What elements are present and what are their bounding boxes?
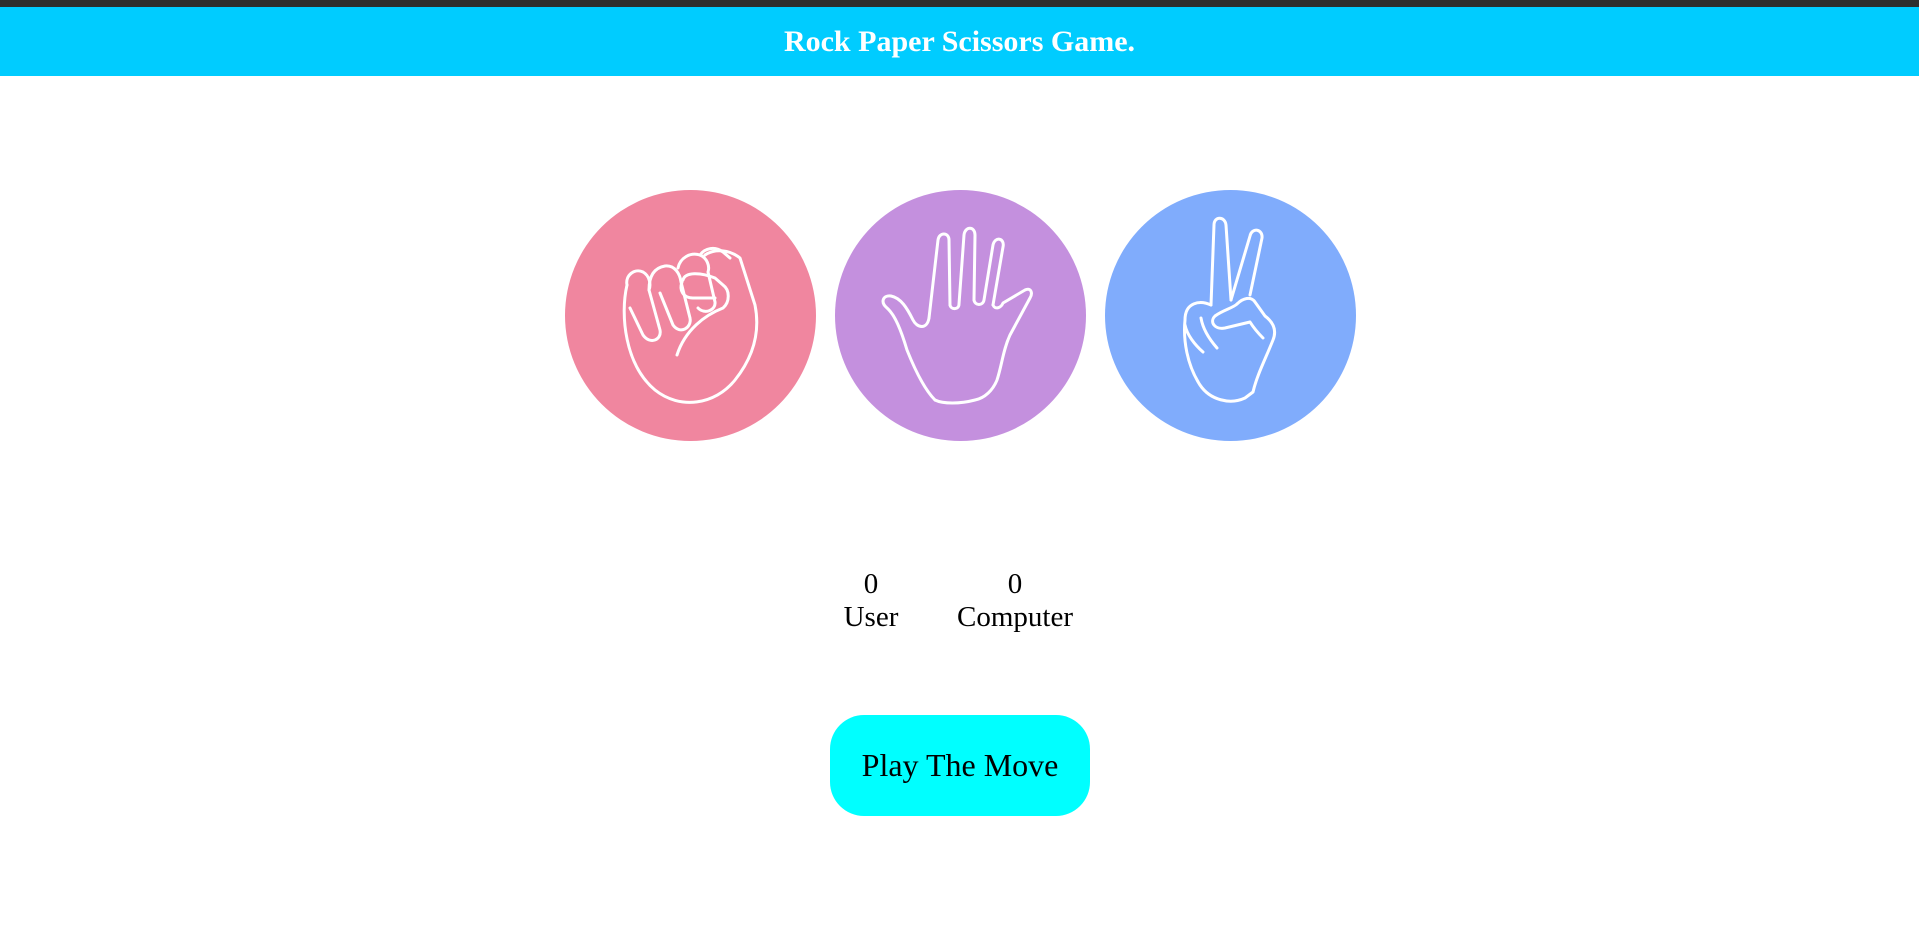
play-move-button[interactable]: Play The Move	[830, 715, 1090, 816]
open-hand-icon	[881, 226, 1033, 405]
peace-hand-icon	[1183, 216, 1277, 403]
computer-score-label: Computer	[957, 601, 1073, 633]
computer-score-value: 0	[1007, 568, 1023, 600]
user-score-block: 0 User	[832, 568, 910, 634]
choices-row	[0, 190, 1919, 441]
scoreboard: 0 User 0 Computer	[0, 568, 1919, 648]
user-score-value: 0	[863, 568, 879, 600]
browser-top-strip	[0, 0, 1919, 7]
fist-icon	[622, 246, 759, 404]
computer-score-block: 0 Computer	[945, 568, 1085, 634]
page-title: Rock Paper Scissors Game.	[783, 24, 1136, 58]
header-bar: Rock Paper Scissors Game.	[0, 7, 1919, 76]
paper-choice[interactable]	[835, 190, 1086, 441]
rock-choice[interactable]	[565, 190, 816, 441]
user-score-label: User	[843, 601, 899, 633]
scissors-choice[interactable]	[1105, 190, 1356, 441]
